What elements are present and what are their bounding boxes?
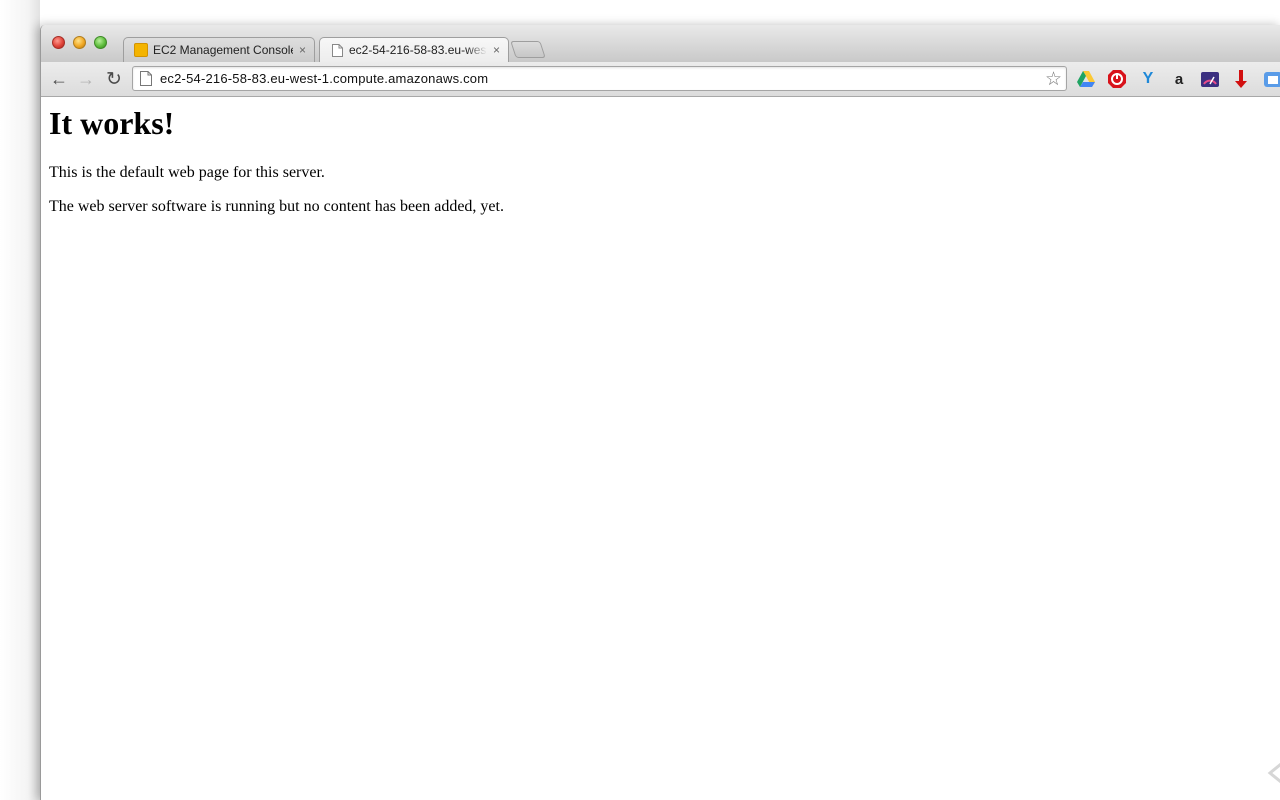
page-content: It works! This is the default web page f…: [41, 97, 1280, 800]
forward-button[interactable]: →: [75, 68, 97, 90]
reload-button[interactable]: ↻: [103, 68, 125, 90]
tab-close-icon[interactable]: ×: [493, 43, 500, 57]
aws-icon: [134, 43, 148, 57]
address-bar[interactable]: ec2-54-216-58-83.eu-west-1.compute.amazo…: [132, 66, 1067, 91]
desktop-background: [0, 0, 40, 800]
tab-close-icon[interactable]: ×: [299, 43, 306, 57]
resize-handle-icon[interactable]: [1267, 762, 1280, 784]
tab-ec2-instance-page[interactable]: ec2-54-216-58-83.eu-west-1.compute.amazo…: [319, 37, 509, 62]
y-extension-icon[interactable]: Y: [1137, 68, 1159, 90]
back-button[interactable]: ←: [48, 68, 70, 90]
page-paragraph: This is the default web page for this se…: [49, 164, 325, 181]
new-tab-button[interactable]: [510, 41, 546, 58]
google-drive-extension-icon[interactable]: [1075, 68, 1097, 90]
amazon-extension-label: a: [1174, 70, 1184, 88]
window-close-button[interactable]: [52, 36, 65, 49]
tab-ec2-management-console[interactable]: EC2 Management Console ×: [123, 37, 315, 62]
tab-label: ec2-54-216-58-83.eu-west-1.compute.amazo…: [349, 43, 487, 57]
bookmark-star-icon[interactable]: ☆: [1045, 68, 1062, 91]
calendar-extension-icon[interactable]: [1261, 68, 1280, 90]
down-arrow-extension-icon[interactable]: [1230, 68, 1252, 90]
window-minimize-button[interactable]: [73, 36, 86, 49]
page-heading: It works!: [49, 105, 175, 141]
amazon-extension-icon[interactable]: a: [1168, 68, 1190, 90]
browser-window: EC2 Management Console × ec2-54-216-58-8…: [40, 25, 1280, 800]
page-paragraph: The web server software is running but n…: [49, 198, 504, 215]
browser-toolbar: ← → ↻ ec2-54-216-58-83.eu-west-1.compute…: [41, 62, 1280, 97]
stop-extension-icon[interactable]: [1106, 68, 1128, 90]
address-url[interactable]: ec2-54-216-58-83.eu-west-1.compute.amazo…: [160, 71, 488, 86]
page-icon: [330, 43, 344, 57]
speed-meter-extension-icon[interactable]: [1199, 68, 1221, 90]
page-icon: [140, 71, 152, 86]
window-zoom-button[interactable]: [94, 36, 107, 49]
tab-label: EC2 Management Console: [153, 43, 293, 57]
title-bar: EC2 Management Console × ec2-54-216-58-8…: [41, 25, 1280, 62]
